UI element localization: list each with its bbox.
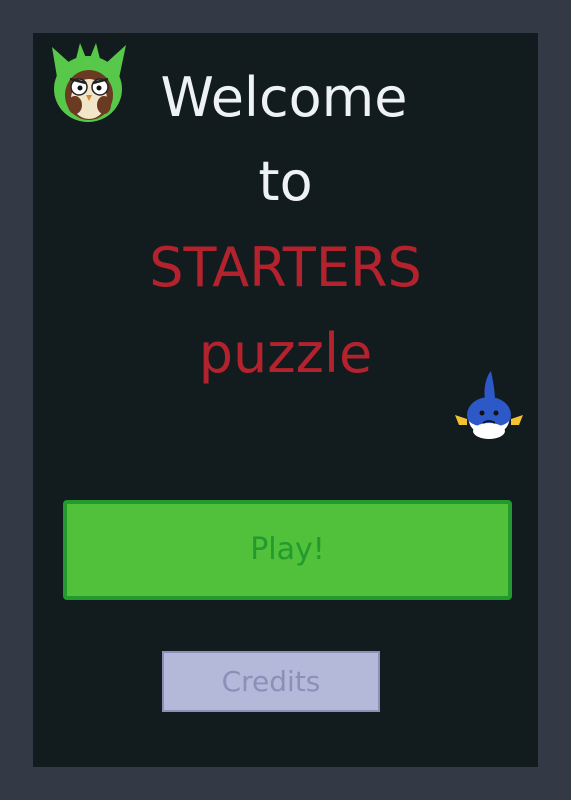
blue-water-starter-icon	[455, 371, 523, 439]
credits-button[interactable]: Credits	[162, 651, 380, 712]
game-screen: Welcome to STARTERS puzzle Play! Credits	[33, 33, 538, 767]
title-to: to	[258, 150, 313, 213]
title-starters: STARTERS	[149, 236, 422, 299]
title-welcome: Welcome	[160, 66, 408, 129]
play-button[interactable]: Play!	[63, 500, 512, 600]
device-frame: Welcome to STARTERS puzzle Play! Credits	[0, 0, 571, 800]
